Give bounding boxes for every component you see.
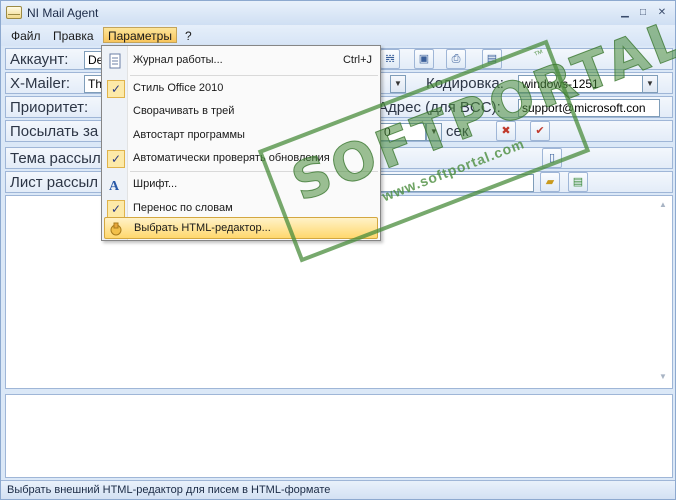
- main-window: NI Mail Agent ▁ □ ✕ Файл Правка Параметр…: [0, 0, 676, 500]
- maximize-icon[interactable]: □: [637, 7, 649, 19]
- list-field[interactable]: [380, 174, 534, 192]
- status-text: Выбрать внешний HTML-редактор для писем …: [7, 484, 331, 496]
- image-insert-icon[interactable]: ▣: [414, 49, 434, 69]
- menu-edit[interactable]: Правка: [49, 28, 98, 44]
- journal-icon: [109, 53, 121, 69]
- menu-item-journal[interactable]: Журнал работы... Ctrl+J: [104, 50, 378, 72]
- parameters-menu: Журнал работы... Ctrl+J ✓ Стиль Office 2…: [101, 45, 381, 241]
- menu-item-html-editor-label: Выбрать HTML-редактор...: [134, 222, 271, 234]
- minimize-icon[interactable]: ▁: [619, 7, 631, 19]
- subject-label: Тема рассыл: [10, 150, 101, 167]
- send-delay-dropdown-icon[interactable]: ▼: [426, 123, 442, 141]
- open-folder-icon[interactable]: ▰: [540, 172, 560, 192]
- menu-item-minimize-tray-label: Сворачивать в трей: [133, 105, 235, 117]
- title-bar: NI Mail Agent ▁ □ ✕: [1, 1, 675, 25]
- menu-item-auto-update[interactable]: ✓ Автоматически проверять обновления: [104, 148, 378, 170]
- checkmark-icon: ✓: [107, 150, 125, 168]
- bcc-field[interactable]: support@microsoft.con: [518, 99, 660, 117]
- menu-item-minimize-tray[interactable]: Сворачивать в трей: [104, 101, 378, 123]
- encoding-select[interactable]: windows-1251: [518, 75, 658, 93]
- list-document-icon[interactable]: ▤: [568, 172, 588, 192]
- delete-icon[interactable]: ✖: [496, 121, 516, 141]
- send-delay-field[interactable]: 0: [380, 123, 426, 141]
- encoding-dropdown-icon[interactable]: ▼: [642, 75, 658, 93]
- scroll-down-icon[interactable]: ▼: [656, 372, 670, 384]
- svg-text:A: A: [109, 179, 120, 193]
- html-editor-icon: [110, 222, 122, 236]
- menu-item-autostart[interactable]: Автостарт программы: [104, 125, 378, 147]
- menu-file[interactable]: Файл: [7, 28, 45, 44]
- menu-help[interactable]: ?: [181, 28, 196, 44]
- menu-item-word-wrap-label: Перенос по словам: [133, 202, 233, 214]
- document-icon[interactable]: ▤: [482, 49, 502, 69]
- envelope-app-icon: [6, 6, 22, 19]
- menu-parameters[interactable]: Параметры: [103, 27, 177, 43]
- list-label: Лист рассыл: [10, 174, 98, 191]
- status-bar: Выбрать внешний HTML-редактор для писем …: [1, 480, 675, 499]
- xmailer-label: X-Mailer:: [10, 75, 71, 92]
- menu-item-office-style-label: Стиль Office 2010: [133, 82, 224, 94]
- menu-item-office-style[interactable]: ✓ Стиль Office 2010: [104, 78, 378, 100]
- window-title: NI Mail Agent: [27, 6, 99, 20]
- attach-icon[interactable]: 𝍁: [380, 49, 400, 69]
- send-unit-label: сек: [446, 123, 469, 140]
- print-icon[interactable]: ⎙: [446, 49, 466, 69]
- send-label: Посылать за: [10, 123, 99, 140]
- menu-item-journal-label: Журнал работы...: [133, 54, 223, 66]
- encoding-label: Кодировка:: [426, 75, 504, 92]
- log-panel[interactable]: [5, 394, 673, 478]
- vertical-scrollbar[interactable]: ▲ ▼: [656, 198, 670, 386]
- menu-item-auto-update-label: Автоматически проверять обновления: [133, 152, 330, 164]
- watermark-site: www.softportal.com: [379, 135, 527, 205]
- menu-item-autostart-label: Автостарт программы: [133, 129, 245, 141]
- menu-item-font-label: Шрифт...: [133, 178, 178, 190]
- scroll-up-icon[interactable]: ▲: [656, 200, 670, 212]
- menu-item-font[interactable]: A Шрифт...: [104, 174, 378, 196]
- check-mail-icon[interactable]: ✔: [530, 121, 550, 141]
- menu-separator: [130, 171, 378, 172]
- close-icon[interactable]: ✕: [656, 7, 668, 19]
- xmailer-dropdown-icon[interactable]: ▼: [390, 75, 406, 93]
- checkmark-icon: ✓: [107, 80, 125, 98]
- checkmark-icon: ✓: [107, 200, 125, 218]
- new-document-icon[interactable]: ▯: [542, 148, 562, 168]
- account-label: Аккаунт:: [10, 51, 69, 68]
- bcc-label: Адрес (для BCC):: [378, 99, 501, 116]
- menu-item-journal-shortcut: Ctrl+J: [342, 54, 372, 66]
- priority-label: Приоритет:: [10, 99, 89, 116]
- menu-separator: [130, 75, 378, 76]
- font-icon: A: [109, 179, 120, 193]
- menu-item-html-editor[interactable]: Выбрать HTML-редактор...: [104, 217, 378, 239]
- menu-bar: Файл Правка Параметры ?: [1, 25, 675, 46]
